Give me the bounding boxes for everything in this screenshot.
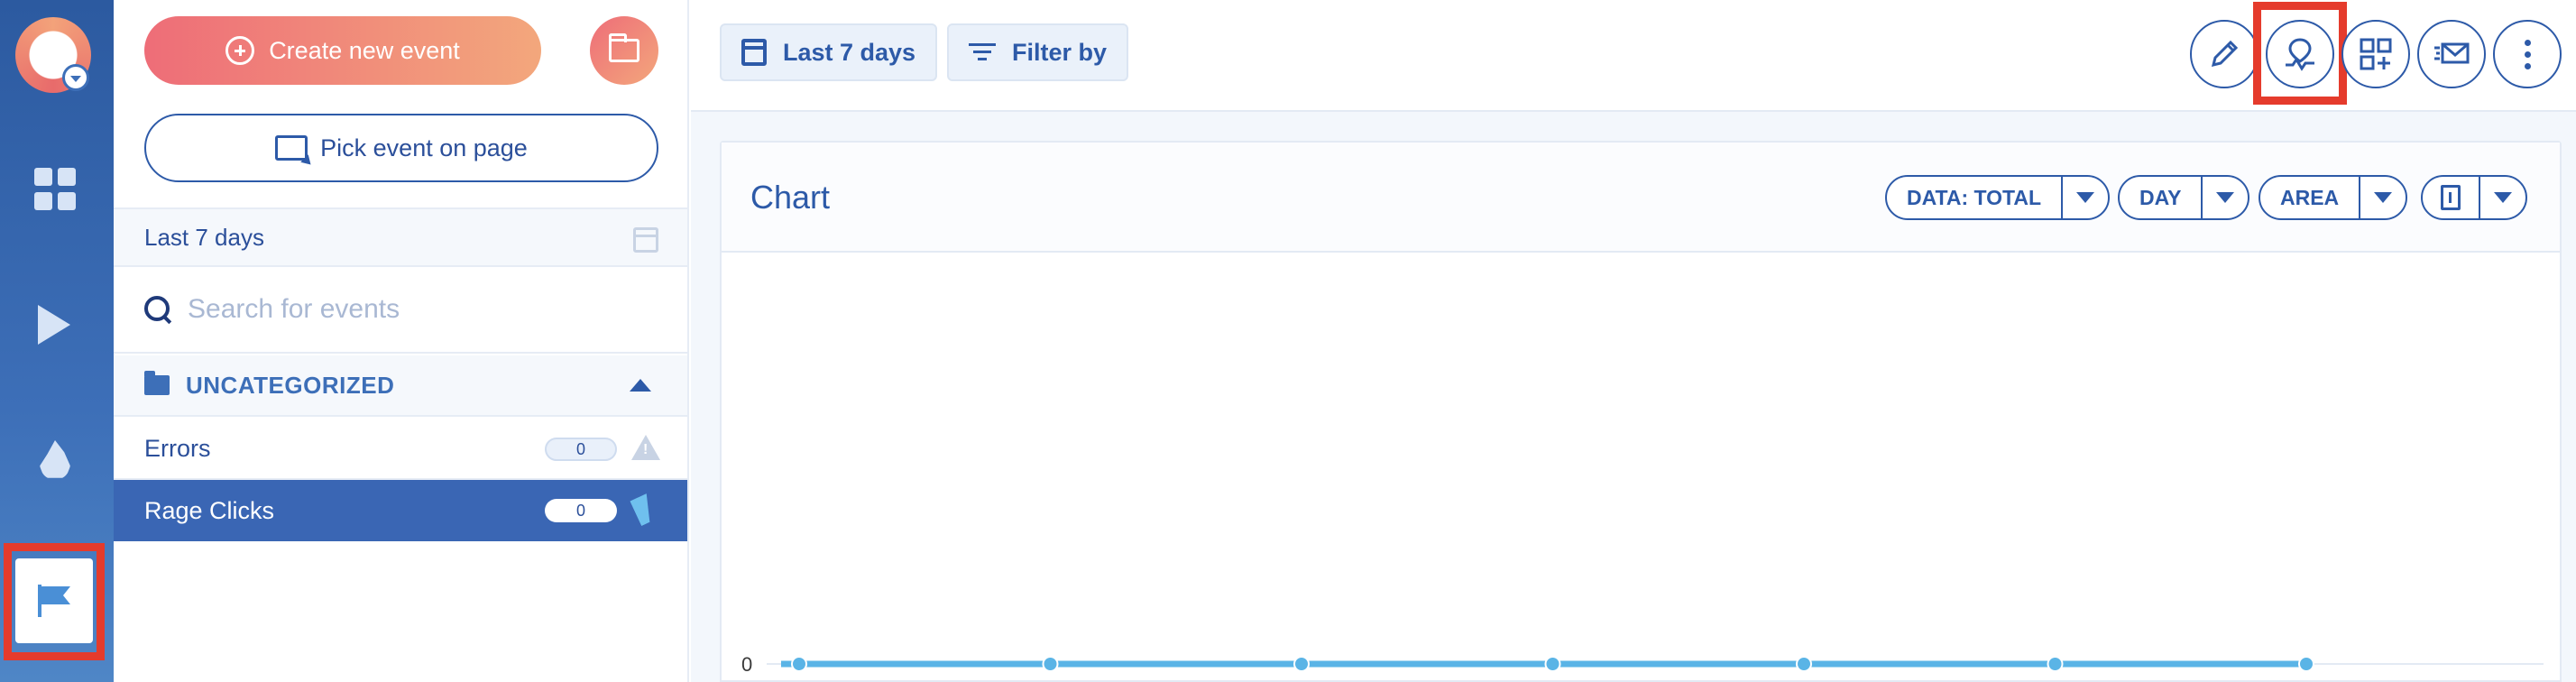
pick-cursor-icon bbox=[275, 135, 308, 161]
logo-menu-icon bbox=[62, 64, 89, 91]
date-range-label: Last 7 days bbox=[144, 223, 264, 251]
event-search bbox=[114, 267, 687, 354]
add-to-dashboard-icon bbox=[2360, 38, 2392, 70]
pick-event-button[interactable]: Pick event on page bbox=[144, 114, 658, 182]
data-point[interactable] bbox=[791, 656, 807, 672]
filter-button[interactable]: Filter by bbox=[947, 23, 1129, 81]
data-point[interactable] bbox=[1544, 656, 1561, 672]
highlight-box bbox=[2253, 2, 2347, 105]
folder-icon bbox=[609, 33, 639, 62]
flag-icon[interactable] bbox=[32, 579, 76, 622]
data-point[interactable] bbox=[1042, 656, 1059, 672]
more-icon bbox=[2524, 39, 2531, 69]
event-count-badge: 0 bbox=[545, 438, 617, 461]
calendar-icon bbox=[741, 39, 767, 66]
filter-button-label: Filter by bbox=[1012, 38, 1108, 66]
date-range-selector[interactable]: Last 7 days bbox=[114, 207, 687, 267]
area-chart: 0 bbox=[741, 653, 2544, 676]
event-item-rage-clicks[interactable]: Rage Clicks 0 bbox=[114, 480, 687, 541]
nav-rail bbox=[0, 0, 114, 682]
main-area: Last 7 days Filter by Chart DATA: TOTAL … bbox=[691, 0, 2576, 682]
event-count-badge: 0 bbox=[545, 499, 617, 522]
pick-event-label: Pick event on page bbox=[320, 134, 528, 161]
app-logo[interactable] bbox=[15, 17, 91, 93]
email-report-icon bbox=[2434, 42, 2470, 64]
event-item-errors[interactable]: Errors 0 bbox=[114, 419, 687, 480]
folder-button[interactable] bbox=[590, 16, 658, 85]
chart-card: Chart DATA: TOTAL DAY AREA 0 bbox=[720, 141, 2562, 682]
more-button[interactable] bbox=[2493, 20, 2562, 88]
chart-type-dropdown[interactable]: AREA bbox=[2259, 175, 2408, 220]
edit-button[interactable] bbox=[2190, 20, 2259, 88]
data-point[interactable] bbox=[1293, 656, 1310, 672]
filter-icon bbox=[969, 43, 996, 61]
interval-label: DAY bbox=[2139, 185, 2182, 209]
interval-dropdown[interactable]: DAY bbox=[2118, 175, 2250, 220]
chevron-down-icon[interactable] bbox=[2061, 177, 2108, 218]
date-range-button-label: Last 7 days bbox=[783, 38, 916, 66]
data-point[interactable] bbox=[2047, 656, 2064, 672]
chart-type-label: AREA bbox=[2280, 185, 2340, 209]
search-icon bbox=[144, 296, 171, 323]
warning-icon bbox=[631, 435, 660, 460]
events-panel: Create new event Pick event on page Last… bbox=[114, 0, 689, 682]
export-button[interactable] bbox=[2423, 177, 2479, 218]
search-input[interactable] bbox=[188, 294, 639, 325]
email-report-button[interactable] bbox=[2417, 20, 2486, 88]
create-event-label: Create new event bbox=[269, 36, 460, 64]
chevron-down-icon[interactable] bbox=[2479, 177, 2525, 218]
category-label: UNCATEGORIZED bbox=[186, 371, 395, 399]
export-dropdown[interactable] bbox=[2421, 175, 2527, 220]
data-mode-dropdown[interactable]: DATA: TOTAL bbox=[1885, 175, 2111, 220]
create-event-button[interactable]: Create new event bbox=[144, 16, 541, 85]
event-label: Errors bbox=[144, 434, 211, 462]
edit-icon bbox=[2211, 40, 2239, 68]
plus-circle-icon bbox=[225, 36, 255, 65]
event-label: Rage Clicks bbox=[144, 496, 275, 524]
calendar-icon bbox=[633, 227, 658, 253]
data-point[interactable] bbox=[2298, 656, 2314, 672]
dashboard-icon[interactable] bbox=[34, 168, 78, 211]
cursor-icon bbox=[630, 493, 658, 526]
export-file-icon bbox=[2441, 185, 2461, 210]
flame-icon[interactable] bbox=[34, 440, 78, 484]
data-mode-label: DATA: TOTAL bbox=[1907, 185, 2042, 209]
chart-title: Chart bbox=[750, 179, 831, 216]
add-to-dashboard-button[interactable] bbox=[2341, 20, 2410, 88]
chart-header: Chart DATA: TOTAL DAY AREA bbox=[722, 143, 2560, 253]
top-toolbar: Last 7 days Filter by bbox=[691, 0, 2576, 112]
date-range-button[interactable]: Last 7 days bbox=[720, 23, 938, 81]
category-header[interactable]: UNCATEGORIZED bbox=[114, 355, 687, 417]
folder-icon bbox=[144, 371, 170, 395]
y-tick-label: 0 bbox=[741, 653, 752, 676]
play-icon[interactable] bbox=[34, 305, 78, 348]
data-point[interactable] bbox=[1796, 656, 1812, 672]
chevron-down-icon[interactable] bbox=[2201, 177, 2248, 218]
chevron-down-icon[interactable] bbox=[2359, 177, 2406, 218]
collapse-caret-icon[interactable] bbox=[630, 379, 651, 392]
